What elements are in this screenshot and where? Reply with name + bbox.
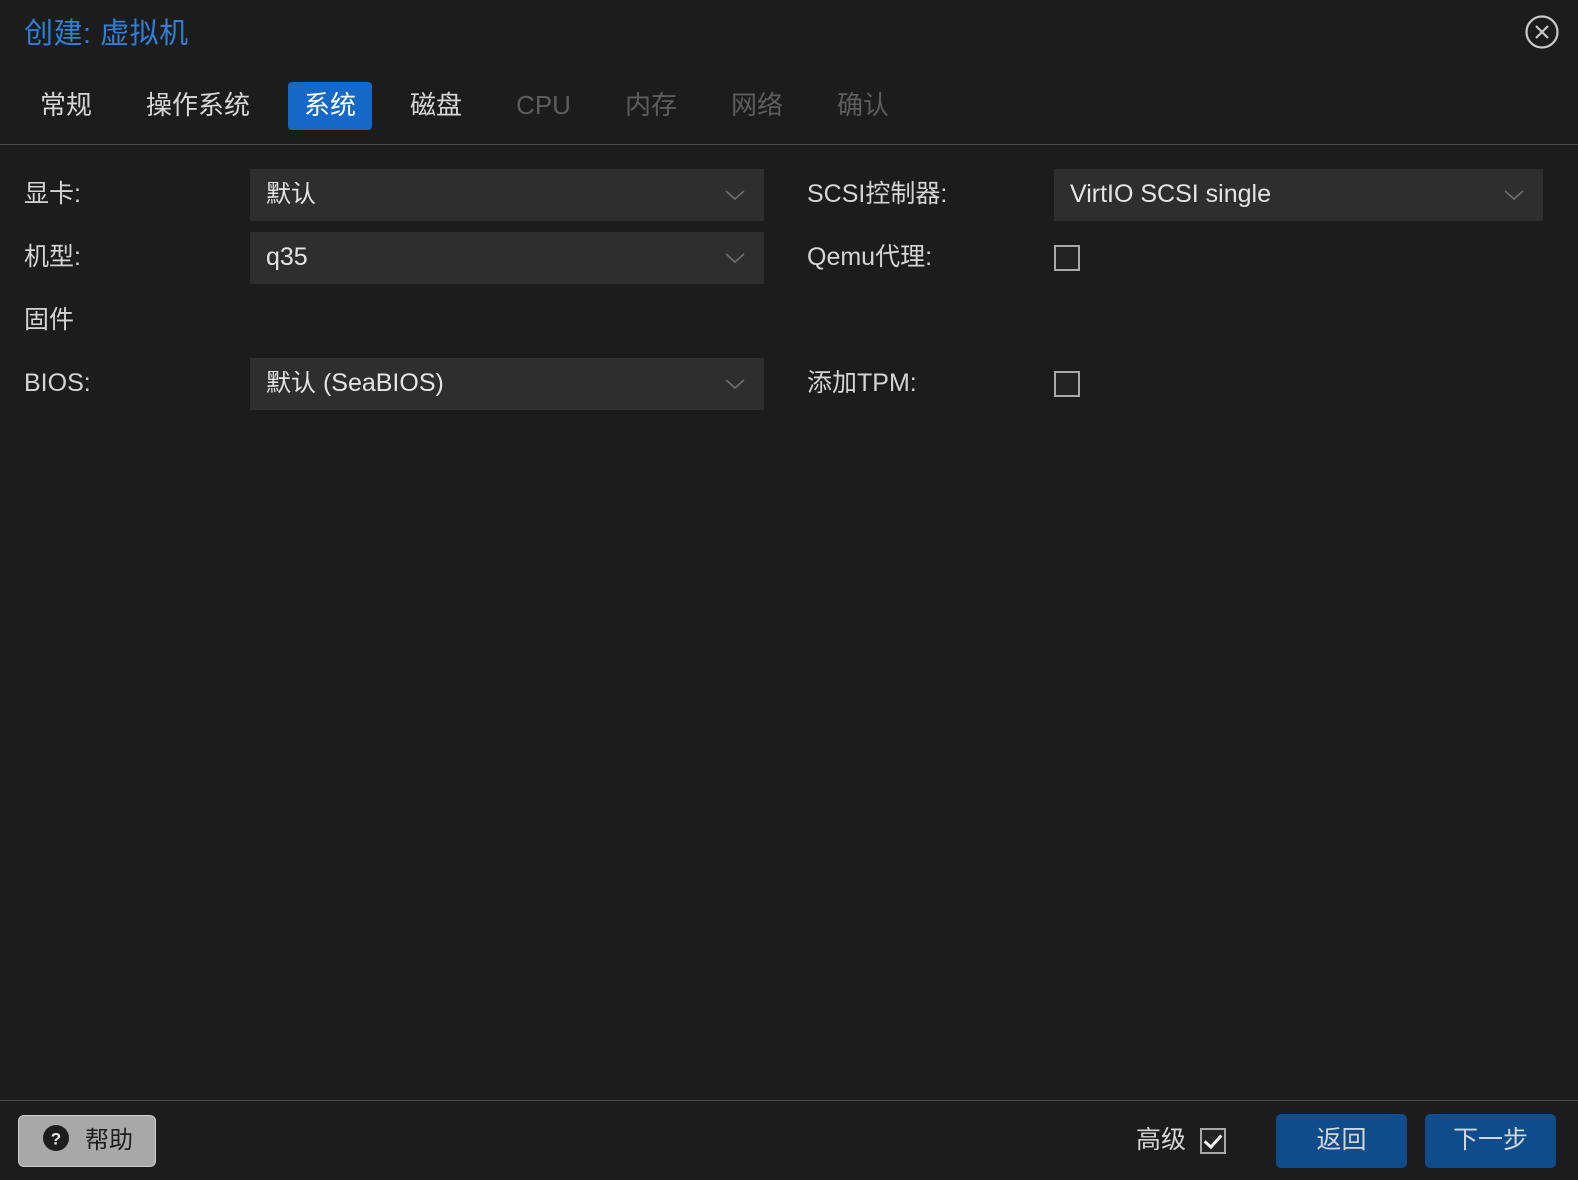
firmware-section-row: 固件: [24, 289, 764, 352]
bios-label: BIOS:: [24, 369, 91, 397]
close-icon[interactable]: [1522, 12, 1562, 52]
tab-os[interactable]: 操作系统: [130, 82, 266, 130]
svg-text:?: ?: [51, 1130, 61, 1149]
form-column-right: SCSI控制器: VirtIO SCSI single Qemu代理: 添加TP…: [789, 163, 1578, 415]
form-column-left: 显卡: 默认 机型: q35 固件 BIOS: 默认 (SeaBIOS): [0, 163, 789, 415]
field-row-add-tpm: 添加TPM:: [807, 352, 1543, 415]
advanced-checkbox[interactable]: [1200, 1127, 1226, 1154]
bios-select[interactable]: 默认 (SeaBIOS): [250, 357, 764, 410]
form-columns: 显卡: 默认 机型: q35 固件 BIOS: 默认 (SeaBIOS) SCS…: [0, 163, 1578, 415]
advanced-toggle[interactable]: 高级: [1135, 1126, 1226, 1154]
tab-disks[interactable]: 磁盘: [394, 82, 478, 130]
right-column-spacer: [807, 289, 1543, 352]
add-tpm-checkbox[interactable]: [1054, 370, 1080, 397]
field-row-scsi-controller: SCSI控制器: VirtIO SCSI single: [807, 163, 1543, 226]
chevron-down-icon: [724, 377, 746, 391]
add-tpm-label: 添加TPM:: [807, 369, 917, 397]
bios-value: 默认 (SeaBIOS): [266, 371, 444, 396]
machine-value: q35: [266, 245, 308, 270]
tab-network: 网络: [730, 90, 783, 121]
field-row-graphic-card: 显卡: 默认: [24, 163, 764, 226]
scsi-controller-label: SCSI控制器:: [807, 180, 948, 208]
scsi-controller-value: VirtIO SCSI single: [1070, 182, 1272, 207]
wizard-tabbar: 常规 操作系统 系统 磁盘 CPU 内存 网络 确认: [0, 68, 1578, 145]
next-button[interactable]: 下一步: [1425, 1113, 1556, 1168]
tab-memory: 内存: [624, 90, 677, 121]
chevron-down-icon: [1503, 188, 1525, 202]
scsi-controller-select[interactable]: VirtIO SCSI single: [1054, 168, 1543, 221]
tab-confirm: 确认: [837, 90, 890, 121]
question-mark-circle-icon: ?: [41, 1123, 71, 1158]
chevron-down-icon: [724, 188, 746, 202]
field-row-qemu-agent: Qemu代理:: [807, 226, 1543, 289]
back-button[interactable]: 返回: [1276, 1113, 1407, 1168]
graphic-card-label: 显卡:: [24, 180, 81, 208]
qemu-agent-label: Qemu代理:: [807, 243, 933, 271]
tab-cpu: CPU: [516, 90, 571, 121]
qemu-agent-checkbox[interactable]: [1054, 244, 1080, 271]
machine-select[interactable]: q35: [250, 231, 764, 284]
help-button[interactable]: ? 帮助: [18, 1114, 156, 1167]
machine-label: 机型:: [24, 243, 81, 271]
advanced-label: 高级: [1135, 1126, 1186, 1154]
field-row-machine: 机型: q35: [24, 226, 764, 289]
graphic-card-value: 默认: [266, 182, 317, 207]
page-title: 创建: 虚拟机: [24, 17, 189, 50]
dialog-titlebar: 创建: 虚拟机: [0, 0, 1578, 68]
system-settings-panel: 显卡: 默认 机型: q35 固件 BIOS: 默认 (SeaBIOS) SCS…: [0, 145, 1578, 1100]
help-button-label: 帮助: [85, 1126, 133, 1154]
tab-system[interactable]: 系统: [288, 82, 373, 130]
graphic-card-select[interactable]: 默认: [250, 168, 764, 221]
dialog-footer: ? 帮助 高级 返回 下一步: [0, 1100, 1578, 1180]
field-row-bios: BIOS: 默认 (SeaBIOS): [24, 352, 764, 415]
chevron-down-icon: [724, 251, 746, 265]
tab-general[interactable]: 常规: [24, 82, 108, 130]
create-vm-dialog: 创建: 虚拟机 常规 操作系统 系统 磁盘 CPU 内存 网络 确认 显卡: 默…: [0, 0, 1578, 1180]
firmware-section-label: 固件: [24, 306, 75, 334]
